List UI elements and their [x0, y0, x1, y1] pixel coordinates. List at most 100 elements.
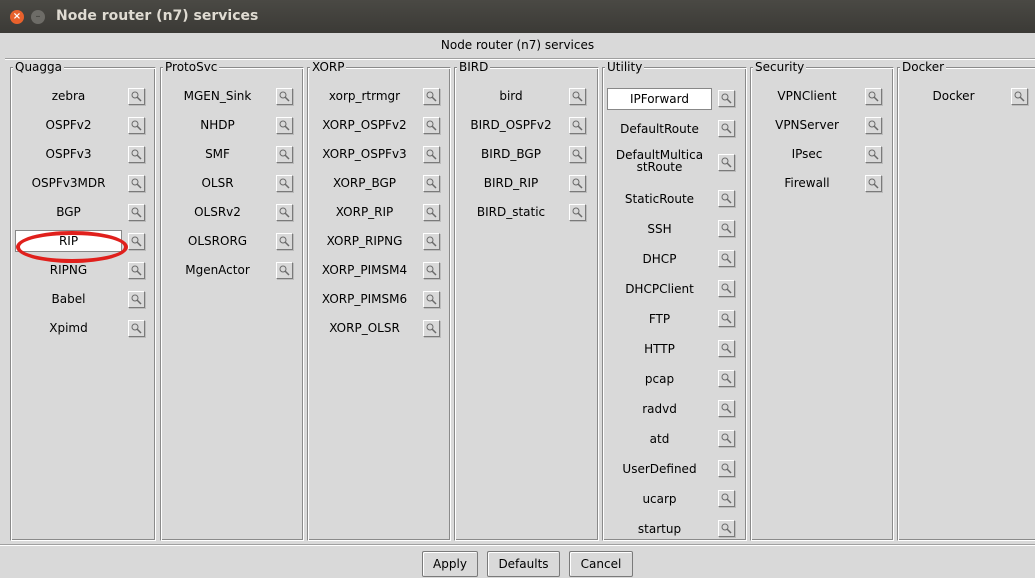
- configure-mgenactor-button[interactable]: [276, 262, 293, 279]
- service-toggle-xpimd[interactable]: Xpimd: [15, 317, 122, 339]
- configure-ftp-button[interactable]: [718, 310, 735, 327]
- configure-zebra-button[interactable]: [128, 88, 145, 105]
- configure-xpimd-button[interactable]: [128, 320, 145, 337]
- service-toggle-rip[interactable]: RIP: [15, 230, 122, 252]
- configure-userdefined-button[interactable]: [718, 460, 735, 477]
- service-toggle-vpnclient[interactable]: VPNClient: [755, 85, 859, 107]
- service-toggle-http[interactable]: HTTP: [607, 338, 712, 360]
- configure-xorp_bgp-button[interactable]: [423, 175, 440, 192]
- cancel-button[interactable]: Cancel: [569, 551, 633, 577]
- configure-radvd-button[interactable]: [718, 400, 735, 417]
- configure-bird-button[interactable]: [569, 88, 586, 105]
- service-toggle-ftp[interactable]: FTP: [607, 308, 712, 330]
- configure-xorp_ospfv3-button[interactable]: [423, 146, 440, 163]
- service-toggle-defaultroute[interactable]: DefaultRoute: [607, 118, 712, 140]
- configure-olsr-button[interactable]: [276, 175, 293, 192]
- service-toggle-ucarp[interactable]: ucarp: [607, 488, 712, 510]
- service-toggle-userdefined[interactable]: UserDefined: [607, 458, 712, 480]
- defaults-button[interactable]: Defaults: [487, 551, 560, 577]
- service-toggle-xorp_pimsm6[interactable]: XORP_PIMSM6: [312, 288, 417, 310]
- service-toggle-startup[interactable]: startup: [607, 518, 712, 540]
- configure-olsrorg-button[interactable]: [276, 233, 293, 250]
- configure-ospfv3-button[interactable]: [128, 146, 145, 163]
- configure-smf-button[interactable]: [276, 146, 293, 163]
- service-toggle-ospfv2[interactable]: OSPFv2: [15, 114, 122, 136]
- configure-http-button[interactable]: [718, 340, 735, 357]
- configure-xorp_pimsm4-button[interactable]: [423, 262, 440, 279]
- service-toggle-xorp_pimsm4[interactable]: XORP_PIMSM4: [312, 259, 417, 281]
- service-toggle-xorp_ospfv3[interactable]: XORP_OSPFv3: [312, 143, 417, 165]
- service-toggle-babel[interactable]: Babel: [15, 288, 122, 310]
- configure-xorp_ospfv2-button[interactable]: [423, 117, 440, 134]
- configure-xorp_rip-button[interactable]: [423, 204, 440, 221]
- service-toggle-bird_ospfv2[interactable]: BIRD_OSPFv2: [459, 114, 563, 136]
- service-toggle-ripng[interactable]: RIPNG: [15, 259, 122, 281]
- service-toggle-ospfv3[interactable]: OSPFv3: [15, 143, 122, 165]
- configure-bird_bgp-button[interactable]: [569, 146, 586, 163]
- configure-ipsec-button[interactable]: [865, 146, 882, 163]
- configure-xorp_olsr-button[interactable]: [423, 320, 440, 337]
- configure-olsrv2-button[interactable]: [276, 204, 293, 221]
- configure-ospfv2-button[interactable]: [128, 117, 145, 134]
- configure-bird_static-button[interactable]: [569, 204, 586, 221]
- service-toggle-pcap[interactable]: pcap: [607, 368, 712, 390]
- service-toggle-bgp[interactable]: BGP: [15, 201, 122, 223]
- configure-docker-button[interactable]: [1011, 88, 1028, 105]
- service-toggle-olsrorg[interactable]: OLSRORG: [165, 230, 270, 252]
- configure-bird_ospfv2-button[interactable]: [569, 117, 586, 134]
- service-toggle-bird_bgp[interactable]: BIRD_BGP: [459, 143, 563, 165]
- service-toggle-docker[interactable]: Docker: [902, 85, 1005, 107]
- service-toggle-xorp_bgp[interactable]: XORP_BGP: [312, 172, 417, 194]
- service-toggle-xorp_ripng[interactable]: XORP_RIPNG: [312, 230, 417, 252]
- configure-nhdp-button[interactable]: [276, 117, 293, 134]
- configure-mgen_sink-button[interactable]: [276, 88, 293, 105]
- configure-startup-button[interactable]: [718, 520, 735, 537]
- service-toggle-smf[interactable]: SMF: [165, 143, 270, 165]
- configure-staticroute-button[interactable]: [718, 190, 735, 207]
- service-toggle-ssh[interactable]: SSH: [607, 218, 712, 240]
- service-toggle-dhcpclient[interactable]: DHCPClient: [607, 278, 712, 300]
- service-toggle-ospfv3mdr[interactable]: OSPFv3MDR: [15, 172, 122, 194]
- configure-ripng-button[interactable]: [128, 262, 145, 279]
- configure-bird_rip-button[interactable]: [569, 175, 586, 192]
- service-toggle-bird[interactable]: bird: [459, 85, 563, 107]
- service-toggle-xorp_rtrmgr[interactable]: xorp_rtrmgr: [312, 85, 417, 107]
- configure-ssh-button[interactable]: [718, 220, 735, 237]
- configure-vpnclient-button[interactable]: [865, 88, 882, 105]
- service-toggle-defaultmulticastroute[interactable]: DefaultMultica stRoute: [607, 145, 712, 177]
- service-toggle-xorp_rip[interactable]: XORP_RIP: [312, 201, 417, 223]
- close-icon[interactable]: ×: [10, 10, 24, 24]
- configure-firewall-button[interactable]: [865, 175, 882, 192]
- service-toggle-nhdp[interactable]: NHDP: [165, 114, 270, 136]
- configure-pcap-button[interactable]: [718, 370, 735, 387]
- service-toggle-bird_rip[interactable]: BIRD_RIP: [459, 172, 563, 194]
- service-toggle-atd[interactable]: atd: [607, 428, 712, 450]
- service-toggle-radvd[interactable]: radvd: [607, 398, 712, 420]
- service-toggle-olsrv2[interactable]: OLSRv2: [165, 201, 270, 223]
- configure-defaultmulticastroute-button[interactable]: [718, 154, 735, 171]
- configure-ospfv3mdr-button[interactable]: [128, 175, 145, 192]
- configure-vpnserver-button[interactable]: [865, 117, 882, 134]
- service-toggle-ipsec[interactable]: IPsec: [755, 143, 859, 165]
- configure-babel-button[interactable]: [128, 291, 145, 308]
- service-toggle-mgenactor[interactable]: MgenActor: [165, 259, 270, 281]
- configure-xorp_pimsm6-button[interactable]: [423, 291, 440, 308]
- configure-rip-button[interactable]: [128, 233, 145, 250]
- minimize-icon[interactable]: –: [31, 10, 45, 24]
- service-toggle-dhcp[interactable]: DHCP: [607, 248, 712, 270]
- service-toggle-xorp_ospfv2[interactable]: XORP_OSPFv2: [312, 114, 417, 136]
- service-toggle-mgen_sink[interactable]: MGEN_Sink: [165, 85, 270, 107]
- configure-defaultroute-button[interactable]: [718, 120, 735, 137]
- configure-atd-button[interactable]: [718, 430, 735, 447]
- configure-dhcpclient-button[interactable]: [718, 280, 735, 297]
- configure-bgp-button[interactable]: [128, 204, 145, 221]
- configure-ucarp-button[interactable]: [718, 490, 735, 507]
- apply-button[interactable]: Apply: [422, 551, 478, 577]
- service-toggle-staticroute[interactable]: StaticRoute: [607, 188, 712, 210]
- service-toggle-xorp_olsr[interactable]: XORP_OLSR: [312, 317, 417, 339]
- service-toggle-vpnserver[interactable]: VPNServer: [755, 114, 859, 136]
- service-toggle-firewall[interactable]: Firewall: [755, 172, 859, 194]
- service-toggle-ipforward[interactable]: IPForward: [607, 88, 712, 110]
- service-toggle-olsr[interactable]: OLSR: [165, 172, 270, 194]
- configure-xorp_ripng-button[interactable]: [423, 233, 440, 250]
